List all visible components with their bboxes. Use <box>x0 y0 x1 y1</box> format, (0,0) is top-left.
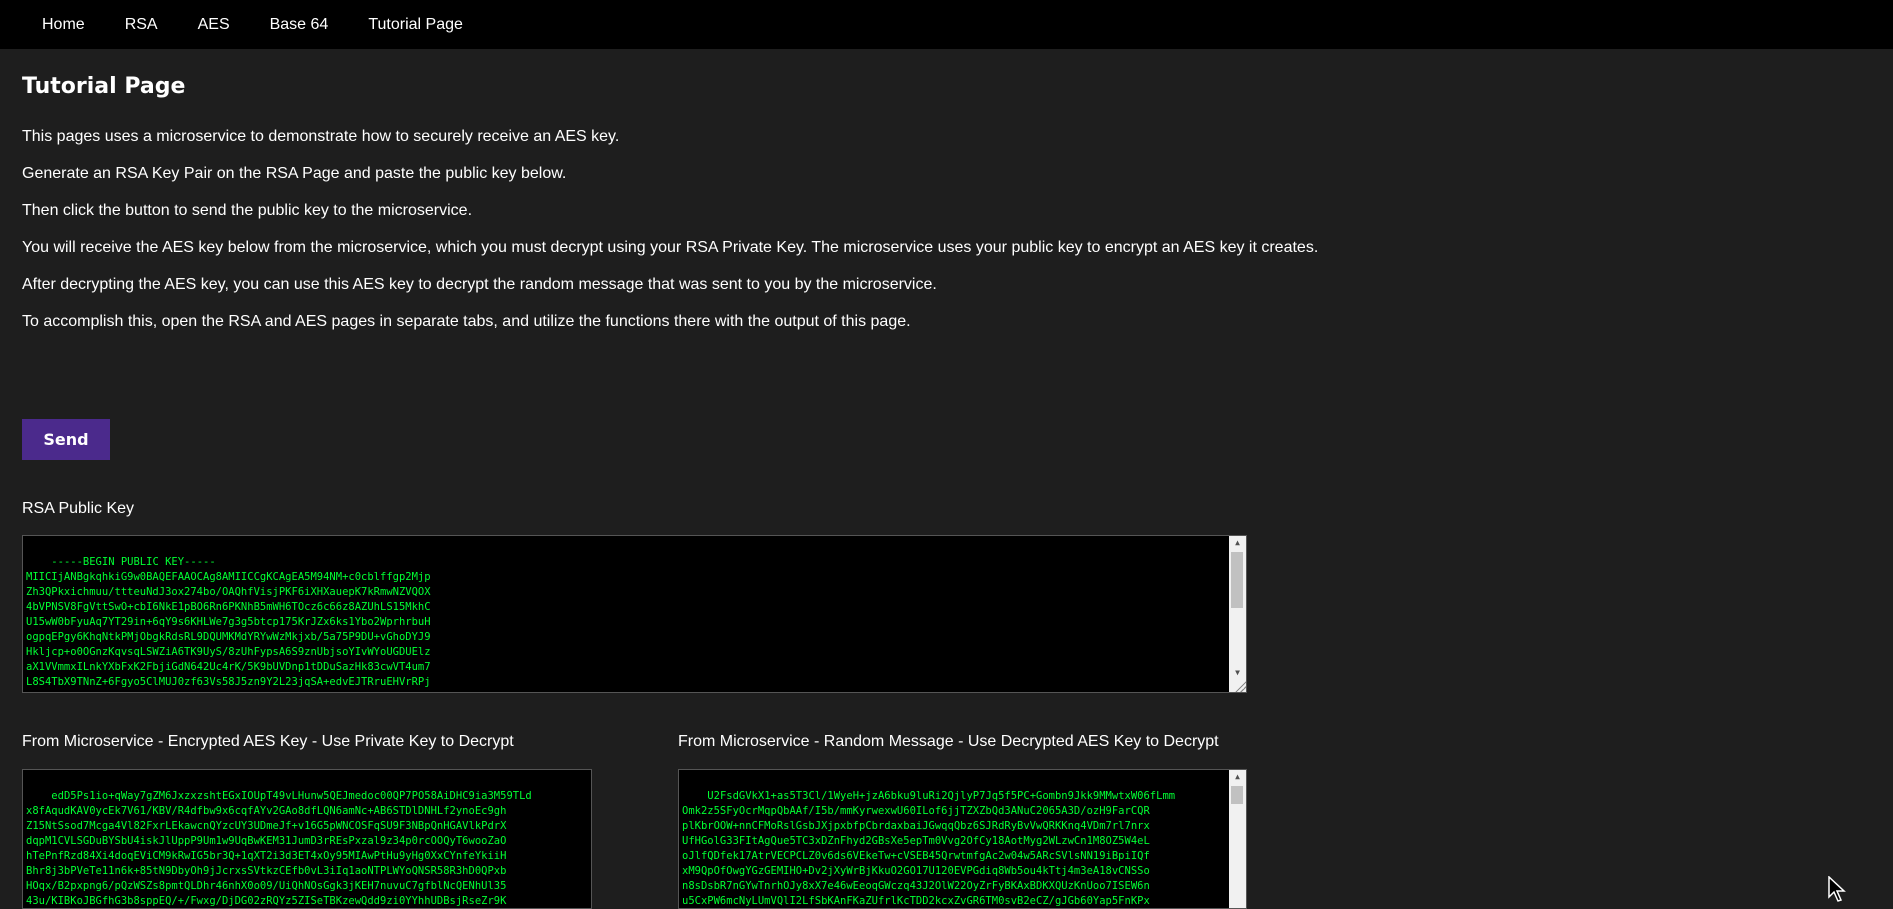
nav-tutorial-link[interactable]: Tutorial Page <box>368 16 463 34</box>
tutorial-page: Tutorial Page This pages uses a microser… <box>22 49 1882 909</box>
scroll-up-arrow-icon[interactable]: ▲ <box>1229 536 1246 550</box>
instruction-paragraph: Generate an RSA Key Pair on the RSA Page… <box>22 165 567 182</box>
vertical-scrollbar[interactable]: ▲ <box>1229 770 1246 908</box>
nav-aes-link[interactable]: AES <box>198 16 230 34</box>
page-title: Tutorial Page <box>22 74 186 99</box>
instruction-paragraph: After decrypting the AES key, you can us… <box>22 276 937 293</box>
scroll-thumb[interactable] <box>1231 786 1243 804</box>
encrypted-aes-key-label: From Microservice - Encrypted AES Key - … <box>22 733 514 750</box>
encrypted-aes-key-textarea[interactable]: edD5Ps1io+qWay7gZM6JxzxzshtEGxIOUpT49vLH… <box>22 769 592 909</box>
vertical-scrollbar[interactable]: ▲ ▼ <box>1229 536 1246 692</box>
random-message-label: From Microservice - Random Message - Use… <box>678 733 1219 750</box>
rsa-public-key-textarea[interactable]: -----BEGIN PUBLIC KEY----- MIICIjANBgkqh… <box>22 535 1247 693</box>
random-message-text: U2FsdGVkX1+as5T3Cl/1WyeH+jzA6bku9luRi2Qj… <box>682 790 1176 907</box>
instruction-paragraph: Then click the button to send the public… <box>22 202 473 219</box>
resize-grip-icon[interactable] <box>1234 680 1246 692</box>
instruction-paragraph: You will receive the AES key below from … <box>22 239 1319 256</box>
instructions: This pages uses a microservice to demons… <box>22 127 1882 332</box>
encrypted-aes-key-text: edD5Ps1io+qWay7gZM6JxzxzshtEGxIOUpT49vLH… <box>26 790 532 907</box>
nav-home-link[interactable]: Home <box>42 16 85 34</box>
scroll-up-arrow-icon[interactable]: ▲ <box>1229 770 1246 784</box>
top-navbar: Home RSA AES Base 64 Tutorial Page <box>0 0 1893 49</box>
nav-rsa-link[interactable]: RSA <box>125 16 158 34</box>
rsa-public-key-text: -----BEGIN PUBLIC KEY----- MIICIjANBgkqh… <box>26 556 431 692</box>
scroll-thumb[interactable] <box>1231 552 1243 608</box>
send-button[interactable]: Send <box>22 419 110 460</box>
instruction-paragraph: This pages uses a microservice to demons… <box>22 128 620 145</box>
mouse-cursor-icon <box>1828 876 1846 902</box>
instruction-paragraph: To accomplish this, open the RSA and AES… <box>22 313 911 330</box>
nav-base64-link[interactable]: Base 64 <box>270 16 329 34</box>
rsa-public-key-label: RSA Public Key <box>22 500 135 517</box>
random-message-textarea[interactable]: U2FsdGVkX1+as5T3Cl/1WyeH+jzA6bku9luRi2Qj… <box>678 769 1247 909</box>
scroll-down-arrow-icon[interactable]: ▼ <box>1229 666 1246 680</box>
